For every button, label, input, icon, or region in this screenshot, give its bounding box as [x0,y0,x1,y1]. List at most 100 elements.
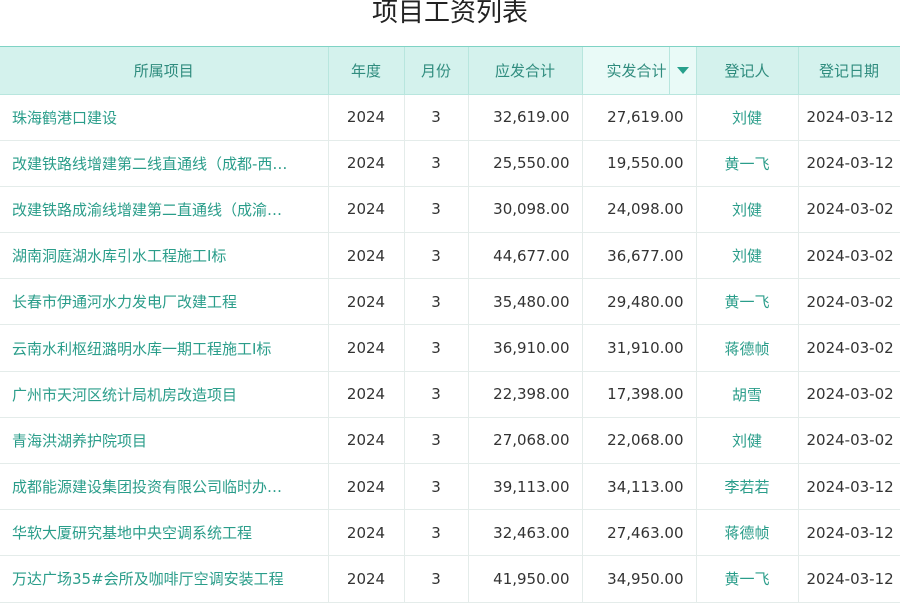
table-row[interactable]: 青海洪湖养护院项目 2024 3 27,068.00 22,068.00 刘健 2024-0… [0,417,900,465]
column-header-project[interactable]: 所属项目 [0,47,329,95]
cell-date: 2024-03-12 [798,140,900,187]
cell-month: 3 [404,232,469,280]
cell-actual: 22,068.00 [582,417,697,465]
cell-date: 2024-03-02 [798,186,900,234]
cell-project[interactable]: 改建铁路成渝线增建第二直通线（成渝… [0,186,329,234]
cell-date: 2024-03-02 [798,371,900,418]
cell-project[interactable]: 改建铁路线增建第二线直通线（成都-西… [0,140,329,187]
cell-payable: 25,550.00 [468,140,583,187]
cell-registrar[interactable]: 刘健 [696,417,799,465]
cell-year: 2024 [328,186,405,234]
cell-month: 3 [404,371,469,418]
table-body: 珠海鹤港口建设 2024 3 32,619.00 27,619.00 刘健 2024-03-… [0,94,900,603]
cell-payable: 36,910.00 [468,324,583,372]
cell-month: 3 [404,509,469,557]
cell-payable: 27,068.00 [468,417,583,465]
column-header-actual-label: 实发合计 [606,61,667,80]
cell-date: 2024-03-12 [798,509,900,557]
sort-toggle[interactable] [668,47,696,93]
table-row[interactable]: 成都能源建设集团投资有限公司临时办… 2024 3 39,113.00 34,113.0… [0,463,900,511]
column-header-payable[interactable]: 应发合计 [468,47,583,95]
cell-date: 2024-03-02 [798,278,900,326]
cell-project[interactable]: 珠海鹤港口建设 [0,94,329,141]
cell-project[interactable]: 云南水利枢纽潞明水库一期工程施工Ⅰ标 [0,324,329,372]
cell-actual: 27,463.00 [582,509,697,557]
cell-year: 2024 [328,417,405,465]
cell-month: 3 [404,186,469,234]
cell-payable: 22,398.00 [468,371,583,418]
column-header-actual[interactable]: 实发合计 [582,47,697,95]
cell-month: 3 [404,463,469,511]
cell-registrar[interactable]: 蒋德帧 [696,324,799,372]
cell-payable: 32,463.00 [468,509,583,557]
column-header-registrar[interactable]: 登记人 [696,47,799,95]
cell-project[interactable]: 成都能源建设集团投资有限公司临时办… [0,463,329,511]
cell-project[interactable]: 青海洪湖养护院项目 [0,417,329,465]
cell-actual: 17,398.00 [582,371,697,418]
cell-registrar[interactable]: 黄一飞 [696,555,799,603]
cell-registrar[interactable]: 李若若 [696,463,799,511]
cell-month: 3 [404,324,469,372]
table-row[interactable]: 改建铁路成渝线增建第二直通线（成渝… 2024 3 30,098.00 24,098.0… [0,186,900,234]
cell-actual: 29,480.00 [582,278,697,326]
cell-month: 3 [404,417,469,465]
cell-year: 2024 [328,463,405,511]
cell-year: 2024 [328,278,405,326]
column-header-date[interactable]: 登记日期 [798,47,900,95]
cell-registrar[interactable]: 刘健 [696,186,799,234]
cell-month: 3 [404,555,469,603]
cell-year: 2024 [328,94,405,141]
cell-actual: 27,619.00 [582,94,697,141]
cell-date: 2024-03-12 [798,94,900,141]
cell-registrar[interactable]: 黄一飞 [696,278,799,326]
cell-project[interactable]: 万达广场35#会所及咖啡厅空调安装工程 [0,555,329,603]
cell-payable: 39,113.00 [468,463,583,511]
cell-registrar[interactable]: 刘健 [696,232,799,280]
cell-registrar[interactable]: 胡雪 [696,371,799,418]
caret-down-icon [676,66,689,74]
page-title: 项目工资列表 [371,0,528,28]
table-row[interactable]: 云南水利枢纽潞明水库一期工程施工Ⅰ标 2024 3 36,910.00 31,910.0… [0,324,900,372]
table-row[interactable]: 华软大厦研究基地中央空调系统工程 2024 3 32,463.00 27,463.00 蒋… [0,509,900,557]
cell-year: 2024 [328,371,405,418]
cell-registrar[interactable]: 蒋德帧 [696,509,799,557]
cell-date: 2024-03-02 [798,417,900,465]
cell-year: 2024 [328,509,405,557]
cell-project[interactable]: 长春市伊通河水力发电厂改建工程 [0,278,329,326]
table-row[interactable]: 湖南洞庭湖水库引水工程施工Ⅰ标 2024 3 44,677.00 36,677.00 刘健… [0,232,900,280]
table-row[interactable]: 万达广场35#会所及咖啡厅空调安装工程 2024 3 41,950.00 34,950.… [0,555,900,603]
cell-registrar[interactable]: 黄一飞 [696,140,799,187]
cell-date: 2024-03-02 [798,232,900,280]
cell-registrar[interactable]: 刘健 [696,94,799,141]
cell-payable: 30,098.00 [468,186,583,234]
column-header-month[interactable]: 月份 [404,47,469,95]
cell-actual: 36,677.00 [582,232,697,280]
column-header-year[interactable]: 年度 [328,47,405,95]
cell-actual: 31,910.00 [582,324,697,372]
salary-table: 所属项目 年度 月份 应发合计 实发合计 登记人 登记日期 珠海鹤港口建设 202… [0,47,900,603]
cell-year: 2024 [328,555,405,603]
cell-payable: 41,950.00 [468,555,583,603]
table-row[interactable]: 珠海鹤港口建设 2024 3 32,619.00 27,619.00 刘健 2024-03-… [0,94,900,141]
cell-date: 2024-03-12 [798,555,900,603]
page-title-bar: 项目工资列表 [0,0,900,47]
cell-date: 2024-03-12 [798,463,900,511]
table-row[interactable]: 广州市天河区统计局机房改造项目 2024 3 22,398.00 17,398.00 胡雪… [0,371,900,418]
cell-actual: 34,113.00 [582,463,697,511]
cell-month: 3 [404,94,469,141]
cell-actual: 19,550.00 [582,140,697,187]
cell-month: 3 [404,278,469,326]
cell-month: 3 [404,140,469,187]
cell-year: 2024 [328,232,405,280]
cell-actual: 24,098.00 [582,186,697,234]
table-row[interactable]: 改建铁路线增建第二线直通线（成都-西… 2024 3 25,550.00 19,550.… [0,140,900,187]
cell-year: 2024 [328,140,405,187]
cell-project[interactable]: 华软大厦研究基地中央空调系统工程 [0,509,329,557]
cell-project[interactable]: 广州市天河区统计局机房改造项目 [0,371,329,418]
table-row[interactable]: 长春市伊通河水力发电厂改建工程 2024 3 35,480.00 29,480.00 黄一… [0,278,900,326]
table-header-row: 所属项目 年度 月份 应发合计 实发合计 登记人 登记日期 [0,47,900,95]
cell-project[interactable]: 湖南洞庭湖水库引水工程施工Ⅰ标 [0,232,329,280]
cell-actual: 34,950.00 [582,555,697,603]
cell-payable: 35,480.00 [468,278,583,326]
cell-date: 2024-03-02 [798,324,900,372]
